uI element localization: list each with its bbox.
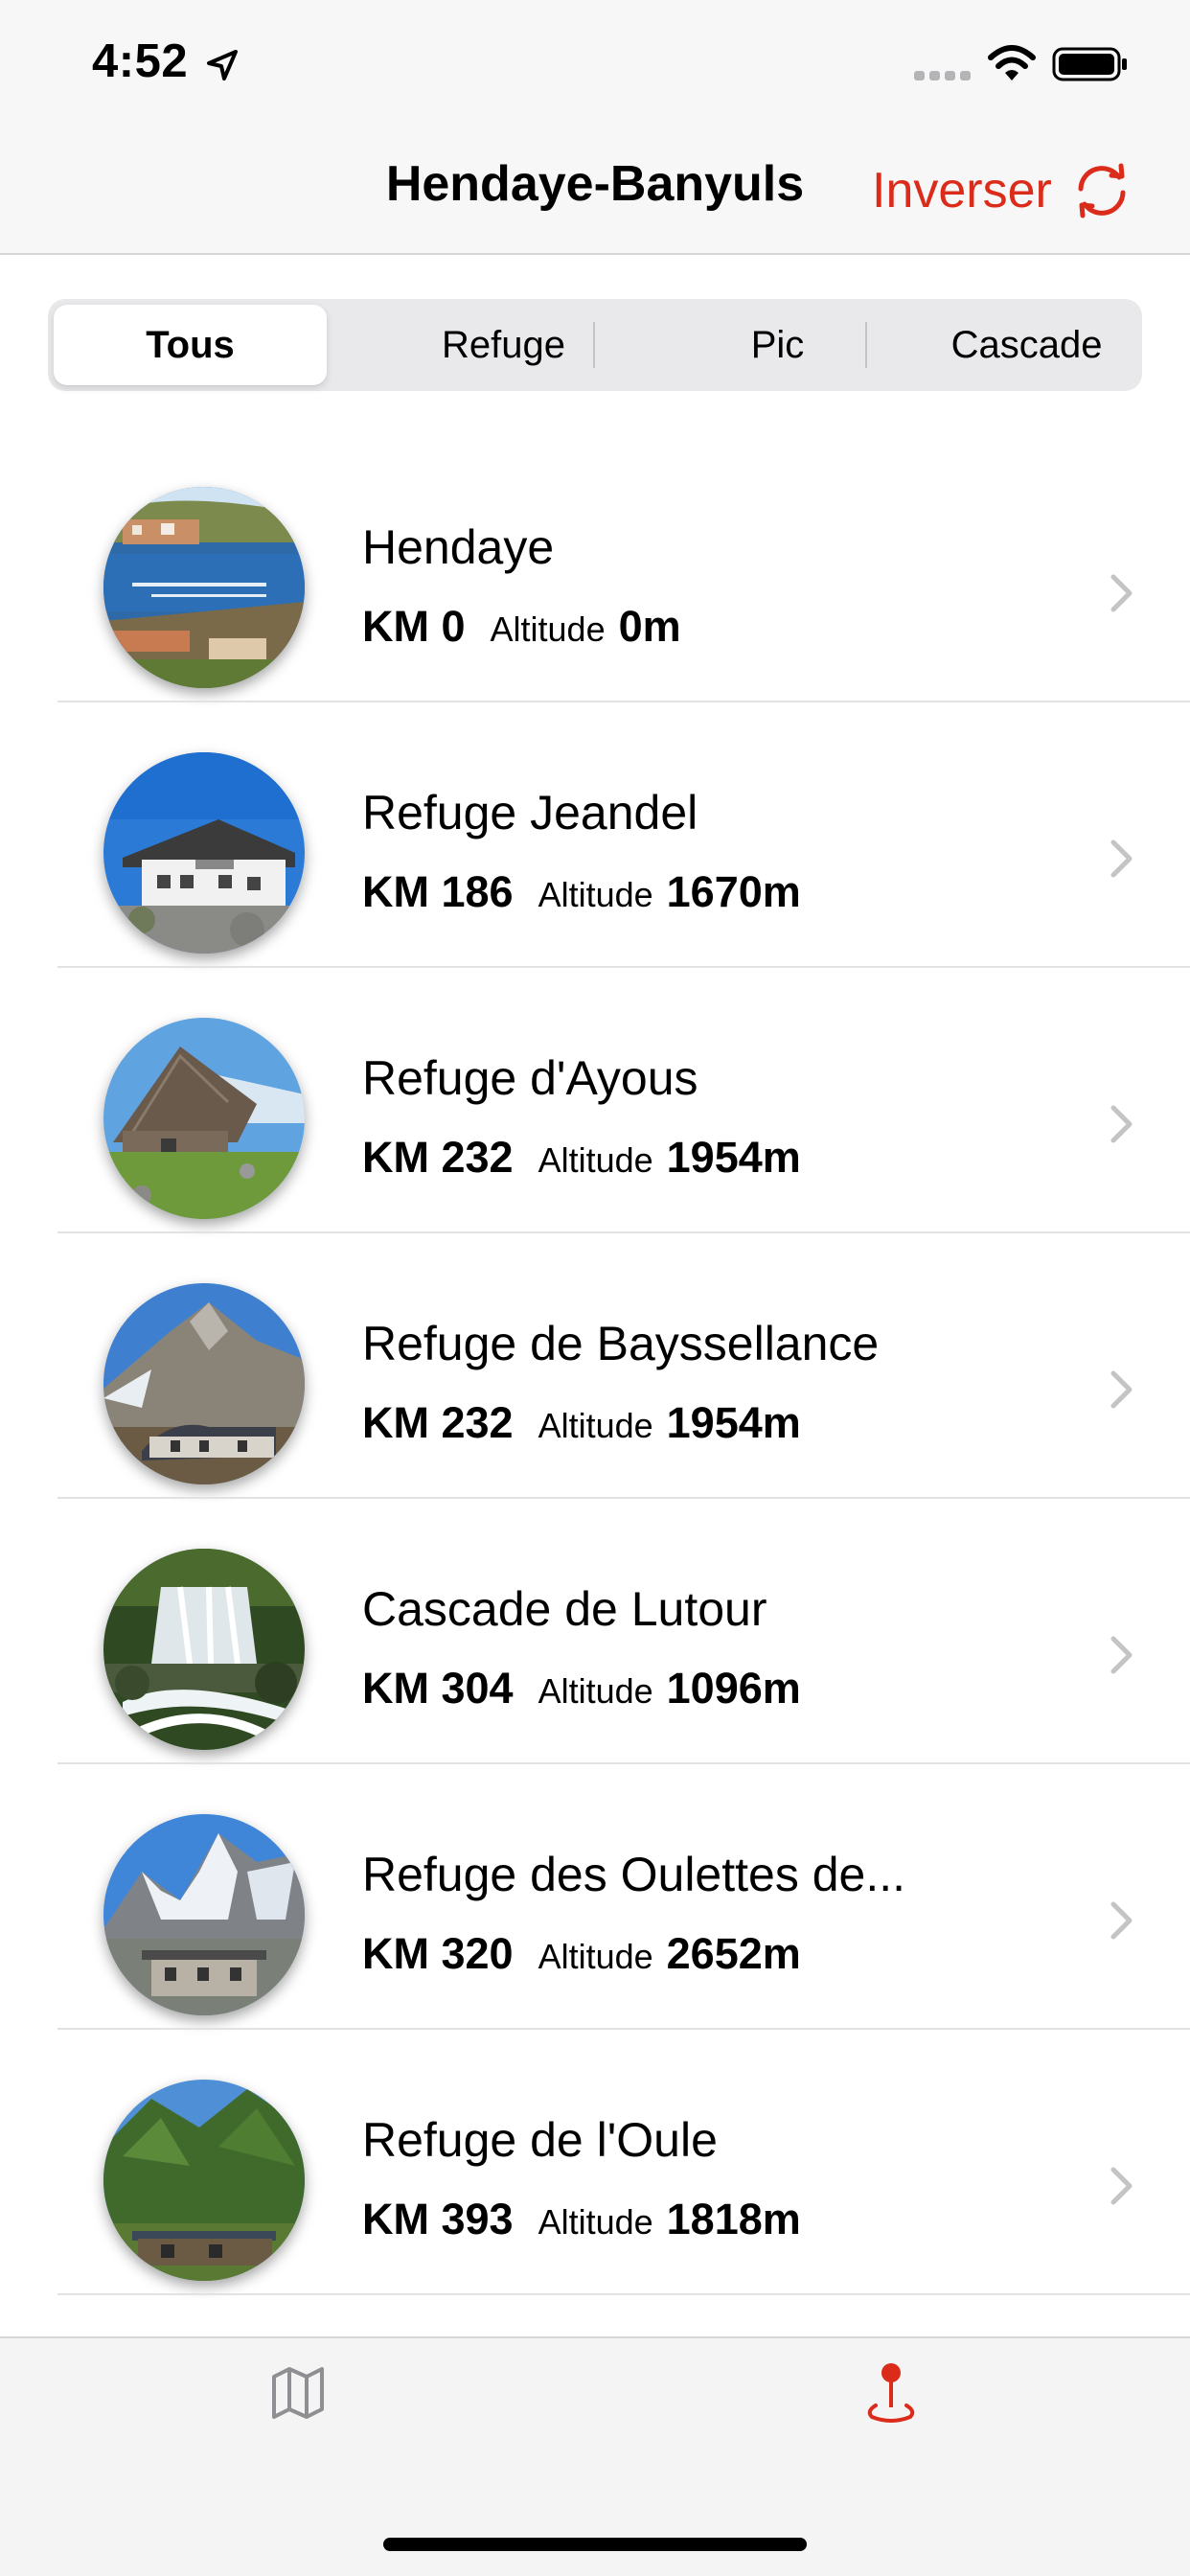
home-indicator [383,2538,807,2551]
altitude-label: Altitude [538,875,653,914]
chevron-right-icon [1110,1105,1133,1143]
item-title: Refuge des Oulettes de... [362,1848,906,1901]
segment-tous[interactable]: Tous [54,305,327,385]
mountain-refuge-thumbnail [103,1283,305,1484]
item-km: KM 232 [362,1398,514,1447]
item-altitude: 1818m [666,2195,801,2243]
list-item[interactable]: Refuge de l'Oule KM 393 Altitude 1818m [0,2030,1190,2295]
inverser-label: Inverser [872,163,1052,218]
item-title: Refuge Jeandel [362,786,698,840]
item-meta: KM 186 Altitude 1670m [362,867,801,917]
altitude-label: Altitude [490,610,606,649]
list-item[interactable]: Refuge de Bayssellance KM 232 Altitude 1… [0,1233,1190,1499]
item-km: KM 393 [362,2195,514,2243]
item-km: KM 0 [362,602,466,651]
altitude-label: Altitude [538,1406,653,1445]
altitude-label: Altitude [538,1671,653,1711]
segment-pic[interactable]: Pic [641,299,914,391]
wifi-icon [988,45,1036,80]
harbor-town-thumbnail [103,487,305,688]
battery-icon [1052,47,1127,81]
list-item[interactable]: Refuge des Oulettes de... KM 320 Altitud… [0,1764,1190,2030]
item-title: Cascade de Lutour [362,1582,767,1636]
item-title: Refuge de Bayssellance [362,1317,880,1370]
item-km: KM 304 [362,1664,514,1713]
map-icon[interactable] [270,2365,326,2421]
segment-divider [865,322,867,368]
item-title: Hendaye [362,520,555,574]
status-bar: 4:52 [0,0,1190,126]
segment-refuge[interactable]: Refuge [367,299,640,391]
stage-list: Hendaye KM 0 Altitude 0m Refuge Jeandel … [0,437,1190,2295]
item-title: Refuge de l'Oule [362,2113,718,2167]
category-segmented-control: Tous Refuge Pic Cascade [48,299,1142,391]
item-altitude: 1954m [666,1133,801,1182]
navigation-header: 4:52 Hendaye-Banyuls Inverser [0,0,1190,255]
item-altitude: 2652m [666,1929,801,1978]
item-meta: KM 232 Altitude 1954m [362,1133,801,1183]
cellular-signal-icon [914,71,971,80]
stone-refuge-thumbnail [103,1018,305,1219]
item-title: Refuge d'Ayous [362,1051,698,1105]
green-valley-refuge-thumbnail [103,2080,305,2281]
item-km: KM 186 [362,867,514,916]
chevron-right-icon [1110,1370,1133,1409]
item-meta: KM 304 Altitude 1096m [362,1664,801,1714]
item-meta: KM 393 Altitude 1818m [362,2195,801,2244]
list-item[interactable]: Refuge d'Ayous KM 232 Altitude 1954m [0,968,1190,1233]
chevron-right-icon [1110,840,1133,878]
altitude-label: Altitude [538,1140,653,1180]
inverser-button[interactable]: Inverser [872,157,1133,224]
item-meta: KM 0 Altitude 0m [362,602,681,652]
refresh-icon [1078,163,1126,218]
segment-divider [593,322,595,368]
item-altitude: 1096m [666,1664,801,1713]
mountain-hut-thumbnail [103,752,305,954]
item-km: KM 232 [362,1133,514,1182]
segment-cascade[interactable]: Cascade [915,299,1138,391]
location-pin-icon[interactable] [862,2361,920,2425]
list-item[interactable]: Hendaye KM 0 Altitude 0m [0,437,1190,702]
chevron-right-icon [1110,1636,1133,1674]
item-km: KM 320 [362,1929,514,1978]
chevron-right-icon [1110,574,1133,612]
altitude-label: Altitude [538,2202,653,2242]
glacier-refuge-thumbnail [103,1814,305,2015]
item-meta: KM 320 Altitude 2652m [362,1929,801,1979]
location-arrow-icon [207,50,238,80]
item-altitude: 1670m [666,867,801,916]
list-item[interactable]: Refuge Jeandel KM 186 Altitude 1670m [0,702,1190,968]
item-altitude: 0m [618,602,681,651]
waterfall-thumbnail [103,1549,305,1750]
status-time: 4:52 [92,35,189,87]
item-meta: KM 232 Altitude 1954m [362,1398,801,1448]
altitude-label: Altitude [538,1937,653,1976]
chevron-right-icon [1110,2167,1133,2205]
list-item[interactable]: Cascade de Lutour KM 304 Altitude 1096m [0,1499,1190,1764]
item-altitude: 1954m [666,1398,801,1447]
chevron-right-icon [1110,1901,1133,1940]
